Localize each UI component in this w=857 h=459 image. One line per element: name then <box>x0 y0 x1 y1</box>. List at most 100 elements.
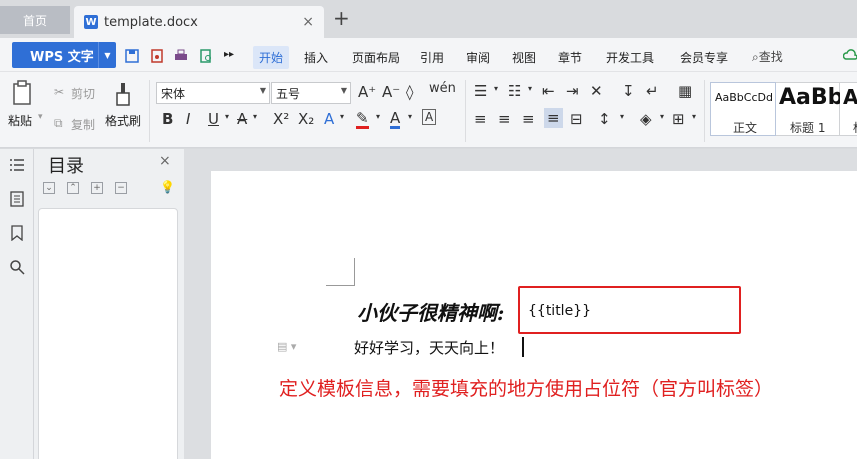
style-heading-2[interactable]: A 标 <box>840 82 857 136</box>
align-center-icon[interactable]: ≡ <box>498 110 511 128</box>
group-divider <box>704 80 705 142</box>
underline-icon[interactable]: U <box>208 110 219 128</box>
document-heading[interactable]: 小伙子很精神啊: <box>357 297 504 326</box>
pages-icon[interactable] <box>9 191 25 207</box>
paste-dropdown-icon[interactable]: ▾ <box>38 112 43 122</box>
print-icon[interactable] <box>174 49 188 63</box>
tab-bar: 首页 W template.docx × + <box>0 0 857 38</box>
subscript-icon[interactable]: X₂ <box>298 110 314 128</box>
show-marks-icon[interactable]: ↵ <box>646 82 659 100</box>
superscript-icon[interactable]: X² <box>273 110 289 128</box>
remove-heading-icon[interactable]: − <box>115 182 127 194</box>
text-effect-icon[interactable]: A <box>324 110 334 128</box>
cut-button[interactable]: 剪切 <box>71 85 95 102</box>
smart-toc-icon[interactable]: 💡 <box>160 181 175 194</box>
justify-icon[interactable]: ≡ <box>544 108 563 128</box>
chevron-down-icon: ▼ <box>340 86 347 95</box>
chevron-down-icon[interactable]: ▾ <box>340 112 344 121</box>
numbered-list-icon[interactable]: ☷ <box>508 82 521 100</box>
align-left-icon[interactable]: ≡ <box>474 110 487 128</box>
chevron-down-icon[interactable]: ▼ <box>98 42 116 68</box>
outline-icon[interactable] <box>9 157 25 173</box>
paragraph-menu-icon[interactable]: ▤ ▾ <box>277 340 296 353</box>
expand-all-icon[interactable]: ⌃ <box>67 182 79 194</box>
format-painter-icon[interactable] <box>114 81 132 107</box>
chevron-down-icon[interactable]: ▾ <box>528 84 532 93</box>
copy-button[interactable]: 复制 <box>71 116 95 133</box>
chevron-down-icon[interactable]: ▾ <box>494 84 498 93</box>
character-border-icon[interactable]: A <box>422 109 437 125</box>
chevron-down-icon[interactable]: ▾ <box>376 112 380 121</box>
copy-icon[interactable]: ⧉ <box>54 116 63 131</box>
font-size-select[interactable]: 五号 ▼ <box>271 82 351 104</box>
decrease-indent-icon[interactable]: ⇤ <box>542 82 555 100</box>
menu-tab-start[interactable]: 开始 <box>253 46 290 69</box>
wps-menu-button[interactable]: WPS 文字 ▼ <box>12 42 116 68</box>
document-page[interactable]: 小伙子很精神啊: {{title}} ▤ ▾ 好好学习，天天向上！ 定义模板信息… <box>211 171 857 459</box>
menu-tab-view[interactable]: 视图 <box>512 49 536 66</box>
save-icon[interactable] <box>125 49 139 63</box>
line-spacing-icon[interactable]: ↕ <box>598 110 611 128</box>
bookmark-icon[interactable] <box>9 225 25 241</box>
new-tab-button[interactable]: + <box>333 8 350 28</box>
chevron-down-icon[interactable]: ▾ <box>253 112 257 121</box>
shading-icon[interactable]: ◈ <box>640 110 652 128</box>
close-tab-icon[interactable]: × <box>302 14 314 30</box>
italic-icon[interactable]: I <box>186 110 190 128</box>
style-normal[interactable]: AaBbCcDd 正文 <box>710 82 776 136</box>
grow-font-icon[interactable]: A⁺ <box>358 83 376 101</box>
font-color-icon[interactable]: A <box>390 110 401 129</box>
tab-home[interactable]: 首页 <box>0 6 70 34</box>
close-icon[interactable]: × <box>159 153 171 169</box>
align-right-icon[interactable]: ≡ <box>522 110 535 128</box>
tab-document[interactable]: W template.docx × <box>74 6 324 38</box>
annotation-note: 定义模板信息，需要填充的地方使用占位符（官方叫标签） <box>279 378 774 400</box>
chevron-down-icon[interactable]: ▾ <box>225 112 229 121</box>
add-heading-icon[interactable]: + <box>91 182 103 194</box>
menu-tab-review[interactable]: 审阅 <box>466 49 490 66</box>
document-area: 小伙子很精神啊: {{title}} ▤ ▾ 好好学习，天天向上！ 定义模板信息… <box>184 149 857 459</box>
more-quick-access-icon[interactable]: ▸▸ <box>224 49 234 60</box>
style-heading-1[interactable]: AaBb 标题 1 <box>776 82 843 136</box>
paste-button[interactable]: 粘贴 <box>8 112 32 129</box>
collapse-all-icon[interactable]: ⌄ <box>43 182 55 194</box>
sort-icon[interactable]: ↧ <box>622 82 635 100</box>
document-body-text[interactable]: 好好学习，天天向上！ <box>354 337 504 358</box>
cut-icon[interactable]: ✂ <box>54 85 64 99</box>
search-label: 查找 <box>758 50 783 64</box>
chinese-layout-icon[interactable]: ✕ <box>590 82 603 100</box>
shrink-font-icon[interactable]: A⁻ <box>382 83 400 101</box>
menu-tab-chapter[interactable]: 章节 <box>558 49 582 66</box>
search-button[interactable]: ⌕查找 <box>752 48 783 65</box>
format-painter-button[interactable]: 格式刷 <box>105 112 141 129</box>
document-tab-label: template.docx <box>104 14 198 30</box>
chevron-down-icon[interactable]: ▾ <box>620 112 624 121</box>
chevron-down-icon[interactable]: ▾ <box>408 112 412 121</box>
group-divider <box>149 80 150 142</box>
paste-icon[interactable] <box>12 80 34 106</box>
strikethrough-icon[interactable]: A <box>237 110 247 128</box>
font-family-select[interactable]: 宋体 ▼ <box>156 82 270 104</box>
print-preview-icon[interactable] <box>199 49 213 63</box>
distributed-icon[interactable]: ⊟ <box>570 110 583 128</box>
highlight-icon[interactable]: ✎ <box>356 110 369 129</box>
grid-icon[interactable]: ▦ <box>678 82 692 100</box>
borders-icon[interactable]: ⊞ <box>672 110 685 128</box>
toc-list[interactable] <box>38 208 178 459</box>
chevron-down-icon[interactable]: ▾ <box>660 112 664 121</box>
bullet-list-icon[interactable]: ☰ <box>474 82 487 100</box>
increase-indent-icon[interactable]: ⇥ <box>566 82 579 100</box>
search-icon[interactable] <box>9 259 25 275</box>
menu-tab-insert[interactable]: 插入 <box>304 49 328 66</box>
cloud-sync-icon[interactable] <box>843 49 857 63</box>
menu-tab-page-layout[interactable]: 页面布局 <box>352 49 400 66</box>
style-sample: AaBbCcDd <box>715 91 773 104</box>
menu-tab-references[interactable]: 引用 <box>420 49 444 66</box>
bold-icon[interactable]: B <box>162 110 173 128</box>
menu-tab-member[interactable]: 会员专享 <box>680 49 728 66</box>
phonetic-guide-icon[interactable]: wén <box>429 81 456 96</box>
chevron-down-icon[interactable]: ▾ <box>692 112 696 121</box>
export-pdf-icon[interactable] <box>150 49 164 63</box>
clear-format-icon[interactable]: ◊ <box>406 83 413 101</box>
menu-tab-developer[interactable]: 开发工具 <box>606 49 654 66</box>
